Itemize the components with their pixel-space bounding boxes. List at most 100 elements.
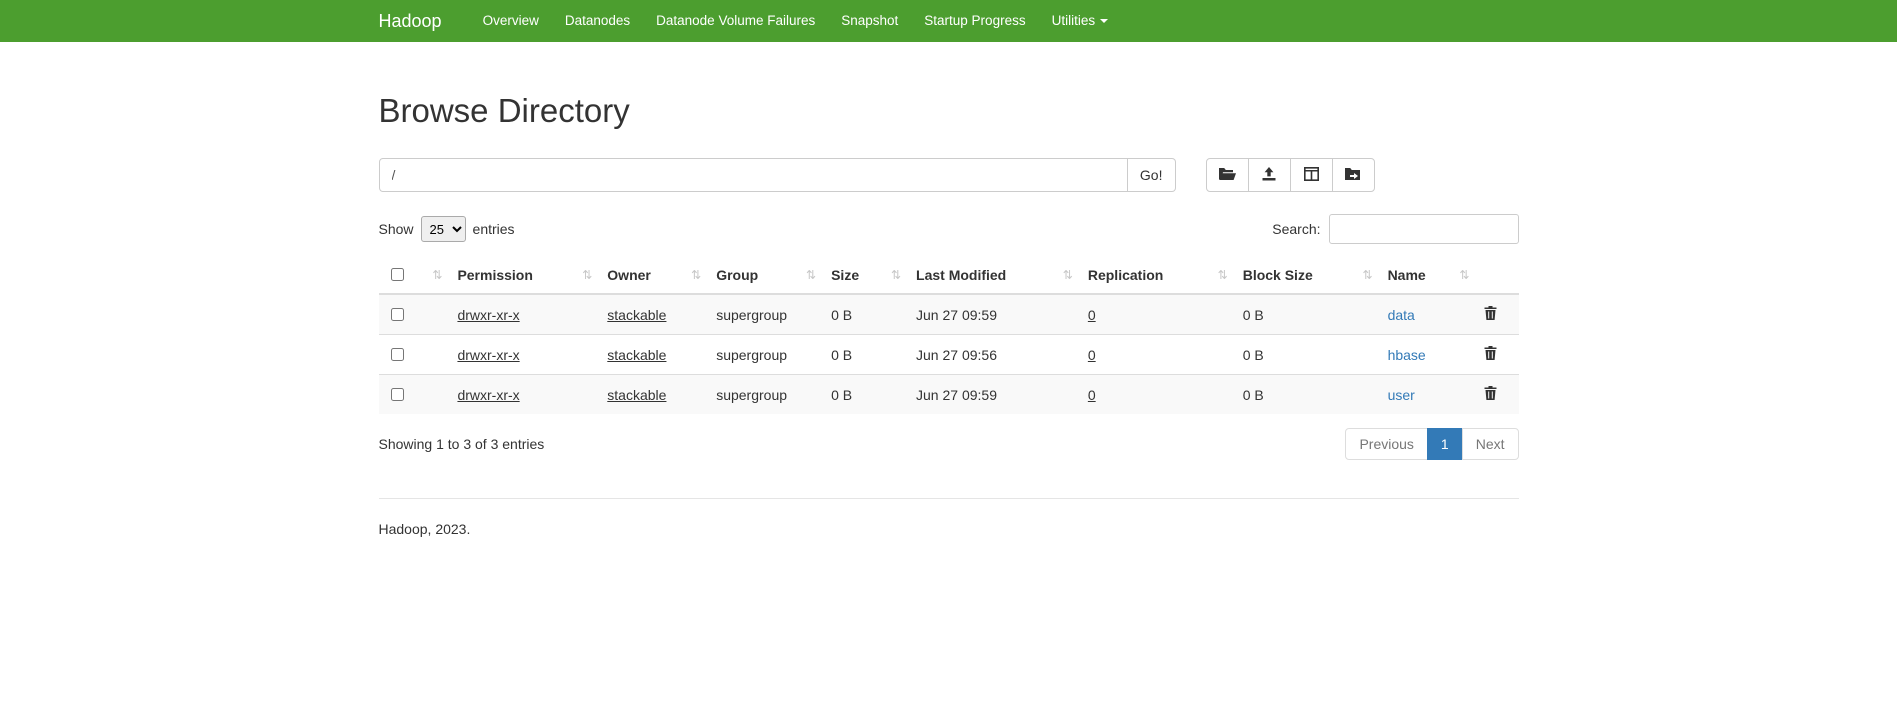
sort-icon: ⇅	[432, 268, 442, 282]
folder-open-icon	[1219, 167, 1236, 184]
replication-value[interactable]: 0	[1088, 347, 1096, 363]
previous-page-button[interactable]: Previous	[1345, 428, 1427, 460]
go-button[interactable]: Go!	[1128, 158, 1176, 192]
brand-hadoop[interactable]: Hadoop	[379, 11, 442, 32]
last-modified-value: Jun 27 09:59	[916, 387, 997, 403]
directory-link[interactable]: user	[1388, 387, 1415, 403]
header-group[interactable]: Group⇅	[708, 256, 823, 294]
nav-item-datanodes[interactable]: Datanodes	[552, 0, 643, 42]
sort-icon: ⇅	[582, 268, 592, 282]
show-label: Show	[379, 221, 414, 237]
directory-action-buttons	[1206, 158, 1375, 192]
sort-icon: ⇅	[1063, 268, 1073, 282]
delete-button[interactable]	[1484, 346, 1497, 363]
header-owner[interactable]: Owner ⇅	[599, 256, 708, 294]
pagination: Previous 1 Next	[1345, 428, 1518, 460]
upload-file-button[interactable]	[1248, 158, 1291, 192]
path-input-group: Go!	[379, 158, 1176, 192]
navbar-container: Hadoop Overview Datanodes Datanode Volum…	[364, 0, 1534, 42]
table-row: drwxr-xr-x stackable supergroup 0 B Jun …	[379, 335, 1519, 375]
replication-value[interactable]: 0	[1088, 387, 1096, 403]
delete-button[interactable]	[1484, 386, 1497, 403]
owner-value[interactable]: stackable	[607, 387, 666, 403]
header-block-size-label: Block Size	[1243, 267, 1313, 283]
trash-icon	[1484, 346, 1497, 363]
group-value: supergroup	[716, 347, 787, 363]
header-size[interactable]: Size ⇅	[823, 256, 908, 294]
permission-value[interactable]: drwxr-xr-x	[457, 387, 519, 403]
table-controls: Show 25 entries Search:	[379, 214, 1519, 244]
trash-icon	[1484, 306, 1497, 323]
row-checkbox[interactable]	[391, 388, 404, 401]
header-replication[interactable]: Replication ⇅	[1080, 256, 1235, 294]
caret-down-icon	[1100, 19, 1108, 23]
header-name[interactable]: Name ⇅	[1380, 256, 1477, 294]
select-all-header[interactable]: ⇅	[379, 256, 450, 294]
grid-icon	[1304, 167, 1319, 184]
header-replication-label: Replication	[1088, 267, 1163, 283]
select-all-checkbox[interactable]	[391, 268, 404, 281]
page-footer-text: Hadoop, 2023.	[379, 499, 1519, 577]
header-block-size[interactable]: Block Size ⇅	[1235, 256, 1380, 294]
folder-move-icon	[1345, 167, 1362, 184]
path-toolbar: Go!	[379, 158, 1519, 192]
create-directory-button[interactable]	[1206, 158, 1249, 192]
next-page-button[interactable]: Next	[1462, 428, 1519, 460]
sort-icon: ⇅	[1363, 268, 1373, 282]
header-owner-label: Owner	[607, 267, 651, 283]
search-input[interactable]	[1329, 214, 1519, 244]
show-entries-control: Show 25 entries	[379, 216, 515, 242]
table-row: drwxr-xr-x stackable supergroup 0 B Jun …	[379, 375, 1519, 415]
entries-info: Showing 1 to 3 of 3 entries	[379, 436, 545, 452]
search-label: Search:	[1272, 221, 1320, 237]
entries-label: entries	[473, 221, 515, 237]
move-button[interactable]	[1332, 158, 1375, 192]
nav-item-overview[interactable]: Overview	[470, 0, 552, 42]
directory-link[interactable]: hbase	[1388, 347, 1426, 363]
nav-item-startup-progress[interactable]: Startup Progress	[911, 0, 1038, 42]
header-size-label: Size	[831, 267, 859, 283]
header-actions	[1476, 256, 1518, 294]
header-last-modified-label: Last Modified	[916, 267, 1006, 283]
block-size-value: 0 B	[1243, 307, 1264, 323]
last-modified-value: Jun 27 09:59	[916, 307, 997, 323]
page-size-select[interactable]: 25	[421, 216, 466, 242]
header-last-modified[interactable]: Last Modified ⇅	[908, 256, 1080, 294]
sort-icon: ⇅	[691, 268, 701, 282]
row-checkbox[interactable]	[391, 348, 404, 361]
permission-value[interactable]: drwxr-xr-x	[457, 347, 519, 363]
sort-icon: ⇅	[1218, 268, 1228, 282]
group-value: supergroup	[716, 387, 787, 403]
path-input[interactable]	[379, 158, 1128, 192]
nav-item-utilities[interactable]: Utilities	[1039, 0, 1122, 42]
permission-value[interactable]: drwxr-xr-x	[457, 307, 519, 323]
directory-table: ⇅ Permission⇅ Owner ⇅ Group⇅ Size ⇅ Last M…	[379, 256, 1519, 414]
nav-item-snapshot[interactable]: Snapshot	[828, 0, 911, 42]
sort-icon: ⇅	[1459, 268, 1469, 282]
replication-value[interactable]: 0	[1088, 307, 1096, 323]
size-value: 0 B	[831, 387, 852, 403]
delete-button[interactable]	[1484, 306, 1497, 323]
directory-link[interactable]: data	[1388, 307, 1415, 323]
sort-icon: ⇅	[806, 268, 816, 282]
table-row: drwxr-xr-x stackable supergroup 0 B Jun …	[379, 294, 1519, 335]
navbar: Hadoop Overview Datanodes Datanode Volum…	[0, 0, 1897, 42]
header-name-label: Name	[1388, 267, 1426, 283]
last-modified-value: Jun 27 09:56	[916, 347, 997, 363]
owner-value[interactable]: stackable	[607, 307, 666, 323]
page-title: Browse Directory	[379, 92, 1519, 130]
nav-item-datanode-volume-failures[interactable]: Datanode Volume Failures	[643, 0, 828, 42]
page-1-button[interactable]: 1	[1427, 428, 1463, 460]
trash-icon	[1484, 386, 1497, 403]
sort-icon: ⇅	[891, 268, 901, 282]
upload-icon	[1261, 167, 1277, 184]
nav-item-utilities-label: Utilities	[1052, 13, 1096, 28]
block-size-value: 0 B	[1243, 347, 1264, 363]
file-grid-button[interactable]	[1290, 158, 1333, 192]
group-value: supergroup	[716, 307, 787, 323]
owner-value[interactable]: stackable	[607, 347, 666, 363]
table-header-row: ⇅ Permission⇅ Owner ⇅ Group⇅ Size ⇅ Last M…	[379, 256, 1519, 294]
row-checkbox[interactable]	[391, 308, 404, 321]
header-permission[interactable]: Permission⇅	[449, 256, 599, 294]
block-size-value: 0 B	[1243, 387, 1264, 403]
